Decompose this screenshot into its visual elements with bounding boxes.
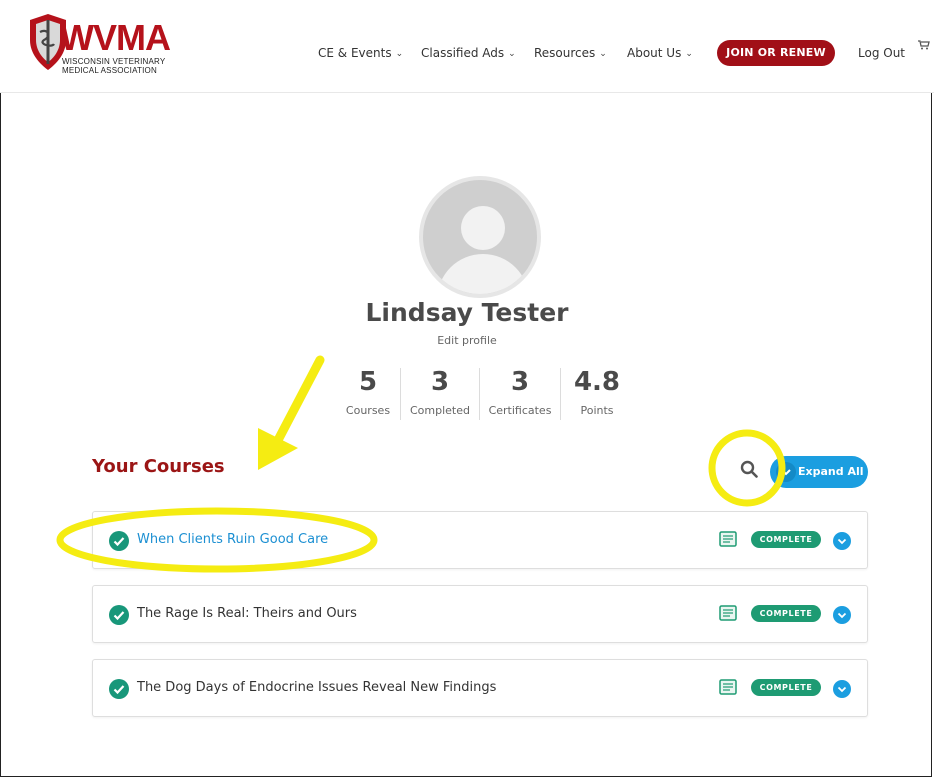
edit-profile-label[interactable]: Edit profile [437,334,497,347]
check-circle-icon [109,531,129,551]
expand-all-button[interactable]: Expand All [770,456,868,488]
certificate-icon[interactable] [719,678,737,696]
expand-all-label: Expand All [798,465,864,478]
site-header: WVMA WISCONSIN VETERINARY MEDICAL ASSOCI… [0,0,934,93]
stat-divider [400,368,401,420]
course-row: The Rage Is Real: Theirs and Ours COMPLE… [92,585,868,643]
course-row: When Clients Ruin Good Care COMPLETE [92,511,868,569]
stat-value: 3 [510,367,530,397]
certificate-icon[interactable] [719,604,737,622]
chevron-down-icon: ⌄ [395,49,404,59]
stat-label: Completed [410,404,470,417]
search-icon[interactable] [740,460,758,478]
stat-points: 4.8 Points [564,366,630,417]
status-badge: COMPLETE [751,679,821,696]
stat-value: 5 [358,367,378,397]
join-or-renew-button[interactable]: JOIN OR RENEW [717,40,835,66]
nav-item-label: Classified Ads [421,46,505,60]
chevron-down-icon [776,462,796,482]
nav-item-classified-ads[interactable]: Classified Ads ⌄ [421,46,516,60]
wvma-logo[interactable]: WVMA WISCONSIN VETERINARY MEDICAL ASSOCI… [26,14,186,78]
chevron-down-icon: ⌄ [685,49,693,59]
stat-label: Courses [345,404,391,417]
chevron-down-icon: ⌄ [508,49,516,59]
logo-subtitle-line1: WISCONSIN VETERINARY [62,57,166,66]
stat-label: Certificates [488,404,552,417]
stat-value: 3 [430,367,450,397]
log-out-link[interactable]: Log Out [858,46,905,60]
nav-item-label: Resources [534,46,596,60]
expand-course-chevron-icon[interactable] [833,606,851,624]
expand-course-chevron-icon[interactable] [833,680,851,698]
check-circle-icon [109,679,129,699]
stat-certificates: 3 Certificates [484,366,556,417]
nav-item-about-us[interactable]: About Us ⌄ [627,46,693,60]
status-badge: COMPLETE [751,605,821,622]
nav-item-ce-events[interactable]: CE & Events ⌄ [318,46,403,60]
logo-subtitle-line2: MEDICAL ASSOCIATION [62,66,157,75]
nav-item-resources[interactable]: Resources ⌄ [534,46,607,60]
avatar-body [437,254,529,294]
course-title-link[interactable]: The Dog Days of Endocrine Issues Reveal … [137,680,496,695]
cart-icon[interactable] [918,40,930,50]
stat-courses: 5 Courses [338,366,398,417]
stat-label: Points [580,404,614,417]
stat-value: 4.8 [573,367,621,397]
chevron-down-icon: ⌄ [599,49,607,59]
profile-name: Lindsay Tester [365,298,569,327]
expand-course-chevron-icon[interactable] [833,532,851,550]
status-badge: COMPLETE [751,531,821,548]
nav-item-label: About Us [627,46,682,60]
stat-divider [479,368,480,420]
course-title-link[interactable]: The Rage Is Real: Theirs and Ours [137,606,357,621]
stat-divider [560,368,561,420]
nav-item-label: CE & Events [318,46,392,60]
course-row: The Dog Days of Endocrine Issues Reveal … [92,659,868,717]
course-title-link[interactable]: When Clients Ruin Good Care [137,532,328,547]
certificate-icon[interactable] [719,530,737,548]
avatar [419,176,541,298]
check-circle-icon [109,605,129,625]
edit-profile-link: Edit profile [0,334,934,347]
logo-wordmark: WVMA [60,17,171,58]
avatar-head [461,206,505,250]
stat-completed: 3 Completed [404,366,476,417]
your-courses-heading: Your Courses [92,456,225,477]
